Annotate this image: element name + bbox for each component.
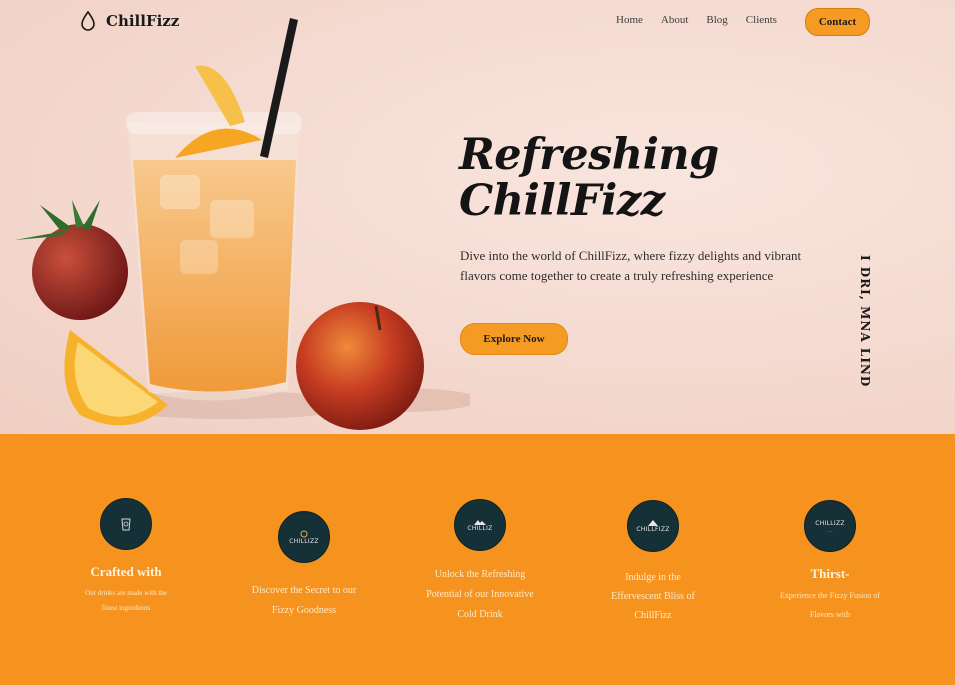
hero-drink-illustration <box>15 18 470 430</box>
chillizz-badge-icon: CHILLIZZ <box>278 511 330 563</box>
brand-name: ChillFizz <box>106 12 180 30</box>
chillizz-script-badge-icon: CHILLIZZ —— <box>804 500 856 552</box>
feature-card: CHILLIZZ Discover the Secret to our Fizz… <box>249 511 359 621</box>
feature-text: Discover the Secret to our Fizzy Goodnes… <box>251 585 357 616</box>
cup-icon <box>121 518 131 531</box>
badge-label: CHILLIZZ <box>289 537 319 545</box>
chillizz-mountain-badge-icon: CHILLIZ <box>454 499 506 551</box>
drop-logo-icon <box>81 11 95 31</box>
badge-label: CHILLIZZ <box>815 519 845 527</box>
hero-title-line2: ChillFizz <box>459 176 665 226</box>
nav-link-home[interactable]: Home <box>616 14 643 26</box>
drop-icon <box>300 530 308 537</box>
feature-card: CHILLIZ Unlock the Refreshing Potential … <box>424 499 536 625</box>
top-nav: ChillFizz Home About Blog Clients Contac… <box>0 0 955 44</box>
nav-links: Home About Blog Clients <box>616 14 795 26</box>
feature-text: Experience the Fizzy Fusion of Flavors w… <box>780 591 880 619</box>
feature-card: CHILLIZZ —— Thirst- Experience the Fizzy… <box>780 500 880 624</box>
drink-badge-icon <box>100 498 152 550</box>
hero-section: ChillFizz Home About Blog Clients Contac… <box>0 0 955 434</box>
feature-text: Indulge in the Effervescent Bliss of Chi… <box>611 572 695 621</box>
feature-title: Thirst- <box>810 566 850 581</box>
feature-card: CHILLFIZZ Indulge in the Effervescent Bl… <box>603 500 703 625</box>
nav-link-about[interactable]: About <box>661 14 689 26</box>
logo[interactable]: ChillFizz <box>80 11 179 31</box>
badge-label: CHILLFIZZ <box>636 525 670 533</box>
badge-label: CHILLIZ <box>467 524 493 532</box>
hero-description: Dive into the world of ChillFizz, where … <box>460 248 802 283</box>
badge-sub-line: —— <box>827 528 833 533</box>
nav-link-clients[interactable]: Clients <box>746 14 777 26</box>
feature-text: Our drinks are made with the finest ingr… <box>85 589 167 612</box>
hero-title: Refreshing ChillFizz <box>459 132 789 224</box>
feature-card: Crafted with Our drinks are made with th… <box>66 498 186 616</box>
contact-button[interactable]: Contact <box>805 8 870 36</box>
features-section: Crafted with Our drinks are made with th… <box>0 434 955 685</box>
nav-link-blog[interactable]: Blog <box>706 14 727 26</box>
hero-title-line1: Refreshing <box>459 130 719 180</box>
explore-now-button[interactable]: Explore Now <box>460 323 568 355</box>
chillfizz-mountain-badge-icon: CHILLFIZZ <box>627 500 679 552</box>
feature-title: Crafted with <box>90 564 162 579</box>
vertical-side-text: I DRI, MNA LIND <box>858 255 872 388</box>
feature-text: Unlock the Refreshing Potential of our I… <box>426 569 534 620</box>
